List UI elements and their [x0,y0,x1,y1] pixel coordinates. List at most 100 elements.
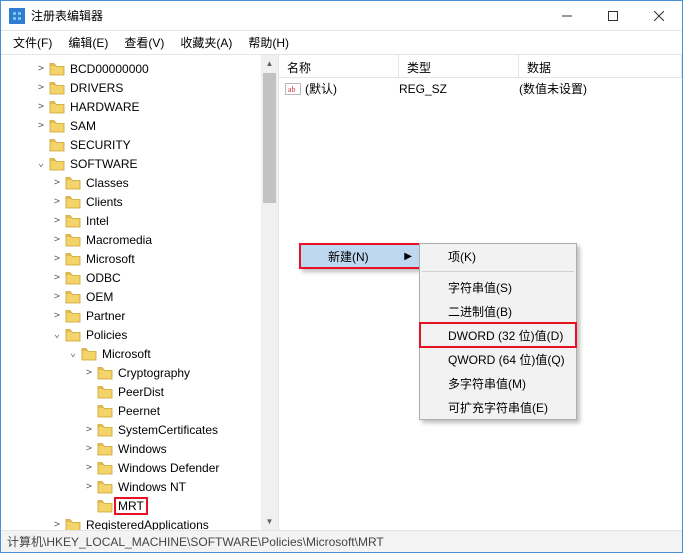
scroll-down-arrow-icon[interactable]: ▼ [261,513,278,530]
expand-closed-icon[interactable]: > [35,120,47,132]
folder-icon [65,233,81,247]
expand-closed-icon[interactable]: > [35,101,47,113]
tree-item-label: Clients [84,195,125,209]
expand-closed-icon[interactable]: > [83,424,95,436]
menu-favorites[interactable]: 收藏夹(A) [172,31,240,54]
tree-item[interactable]: >Windows NT [1,477,278,496]
tree-item-label: HARDWARE [68,100,142,114]
window-title: 注册表编辑器 [31,7,544,24]
value-row[interactable]: ab(默认)REG_SZ(数值未设置) [279,78,682,99]
tree-scrollbar[interactable]: ▲ ▼ [261,55,278,530]
expand-closed-icon[interactable]: > [83,443,95,455]
expand-closed-icon[interactable]: > [83,462,95,474]
tree-item[interactable]: >RegisteredApplications [1,515,278,530]
tree-item[interactable]: >SAM [1,116,278,135]
context-submenu-new: 项(K) 字符串值(S) 二进制值(B)DWORD (32 位)值(D) QWORD … [419,243,577,420]
expand-open-icon[interactable]: ⌄ [67,348,79,360]
tree-item[interactable]: >Windows [1,439,278,458]
tree-item[interactable]: > HARDWARE [1,97,278,116]
context-item-label: 可扩充字符串值(E) [448,399,548,416]
context-item[interactable]: QWORD (64 位)值(Q) [420,347,576,371]
tree-item[interactable]: > Microsoft [1,249,278,268]
tree-item-label: SystemCertificates [116,423,220,437]
tree-item[interactable]: > Clients [1,192,278,211]
header-type[interactable]: 类型 [399,55,519,77]
tree-item[interactable]: >Cryptography [1,363,278,382]
tree-item[interactable]: >Partner [1,306,278,325]
folder-icon [97,404,113,418]
tree-item[interactable]: MRT [1,496,278,515]
expand-closed-icon[interactable]: > [51,234,63,246]
tree-item[interactable]: > OEM [1,287,278,306]
registry-editor-window: 注册表编辑器 文件(F) 编辑(E) 查看(V) 收藏夹(A) 帮助(H) > B… [0,0,683,553]
folder-icon [49,119,65,133]
expand-closed-icon[interactable]: > [83,367,95,379]
tree-item[interactable]: ⌄Policies [1,325,278,344]
expand-closed-icon[interactable]: > [51,291,63,303]
context-item[interactable]: 字符串值(S) [420,275,576,299]
tree-item-label: Intel [84,214,111,228]
tree-item[interactable]: >Macromedia [1,230,278,249]
tree-item-label: Microsoft [84,252,137,266]
submenu-arrow-icon: ▶ [404,251,412,262]
expand-open-icon[interactable]: ⌄ [35,158,47,170]
expand-closed-icon[interactable]: > [51,177,63,189]
tree-item-label: Peernet [116,404,162,418]
expand-closed-icon[interactable]: > [35,63,47,75]
expand-closed-icon[interactable]: > [83,481,95,493]
tree-item[interactable]: Peernet [1,401,278,420]
value-list[interactable]: ab(默认)REG_SZ(数值未设置) [279,78,682,99]
menu-view[interactable]: 查看(V) [116,31,172,54]
tree-item[interactable]: >DRIVERS [1,78,278,97]
header-name[interactable]: 名称 [279,55,399,77]
menu-help[interactable]: 帮助(H) [240,31,297,54]
folder-icon [65,328,81,342]
tree-item[interactable]: PeerDist [1,382,278,401]
context-item-label: 字符串值(S) [448,279,512,296]
expand-open-icon[interactable]: ⌄ [51,329,63,341]
expand-closed-icon[interactable]: > [51,519,63,531]
close-button[interactable] [636,1,682,31]
folder-icon [97,480,113,494]
registry-tree[interactable]: >BCD00000000>DRIVERS>HARDWARE>SAMSECURIT… [1,55,278,530]
header-data[interactable]: 数据 [519,55,682,77]
tree-item-label: ODBC [84,271,123,285]
tree-item[interactable]: ⌄SOFTWARE [1,154,278,173]
scroll-up-arrow-icon[interactable]: ▲ [261,55,278,72]
menu-edit[interactable]: 编辑(E) [60,31,116,54]
tree-item[interactable]: > BCD00000000 [1,59,278,78]
context-item[interactable]: 项(K) [420,244,576,268]
expand-closed-icon[interactable]: > [51,196,63,208]
tree-pane: >BCD00000000>DRIVERS>HARDWARE>SAMSECURIT… [1,55,279,530]
tree-item[interactable]: >Windows Defender [1,458,278,477]
context-item[interactable]: 多字符串值(M) [420,371,576,395]
tree-item[interactable]: ⌄Microsoft [1,344,278,363]
expand-closed-icon[interactable]: > [35,82,47,94]
tree-item[interactable]: > SystemCertificates [1,420,278,439]
context-item[interactable]: 可扩充字符串值(E) [420,395,576,419]
context-item[interactable]: 二进制值(B) [420,299,576,323]
context-item[interactable]: DWORD (32 位)值(D) [420,323,576,347]
context-item-label: QWORD (64 位)值(Q) [448,351,565,368]
folder-icon [97,499,113,513]
tree-item[interactable]: SECURITY [1,135,278,154]
folder-icon [65,290,81,304]
folder-icon [65,214,81,228]
folder-icon [97,442,113,456]
expand-closed-icon[interactable]: > [51,215,63,227]
tree-item[interactable]: >Classes [1,173,278,192]
maximize-button[interactable] [590,1,636,31]
minimize-button[interactable] [544,1,590,31]
tree-item[interactable]: > ODBC [1,268,278,287]
menu-file[interactable]: 文件(F) [5,31,60,54]
expand-closed-icon[interactable]: > [51,253,63,265]
folder-icon [65,309,81,323]
scroll-thumb[interactable] [263,73,276,203]
tree-item-label: OEM [84,290,115,304]
folder-icon [97,366,113,380]
tree-item[interactable]: > Intel [1,211,278,230]
expand-closed-icon[interactable]: > [51,310,63,322]
context-new[interactable]: 新建(N) ▶ [300,244,420,268]
expand-closed-icon[interactable]: > [51,272,63,284]
tree-item-label: BCD00000000 [68,62,151,76]
